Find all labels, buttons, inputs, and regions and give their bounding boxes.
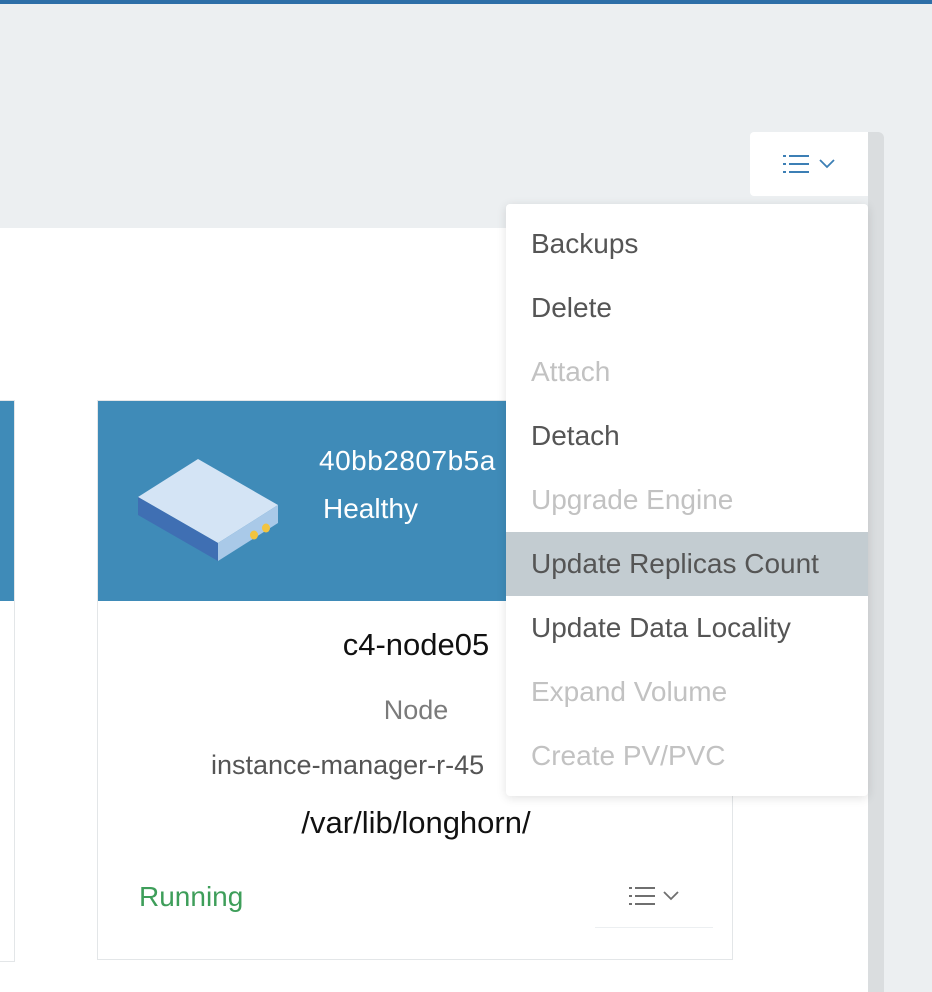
volume-actions-menu: Backups Delete Attach Detach Upgrade Eng… [506, 204, 868, 796]
instance-manager-name: instance-manager-r-45 [211, 750, 485, 780]
scrollbar[interactable] [868, 132, 884, 992]
menu-item-attach[interactable]: Attach [506, 340, 868, 404]
menu-item-backups[interactable]: Backups [506, 212, 868, 276]
chevron-down-icon [663, 891, 679, 901]
data-path: /var/lib/longhorn/ [301, 805, 531, 840]
replica-card-partial-header [0, 401, 14, 601]
disk-icon [136, 457, 280, 563]
replica-health-status: Healthy [323, 493, 418, 524]
menu-item-update-replicas-count[interactable]: Update Replicas Count [506, 532, 868, 596]
replica-actions-button[interactable] [595, 865, 713, 928]
replica-name: 40bb2807b5a [319, 445, 496, 476]
menu-item-upgrade-engine[interactable]: Upgrade Engine [506, 468, 868, 532]
volume-actions-button[interactable] [750, 132, 868, 196]
list-icon [629, 885, 655, 907]
chevron-down-icon [819, 159, 835, 169]
menu-item-create-pv-pvc[interactable]: Create PV/PVC [506, 724, 868, 788]
top-accent-bar [0, 0, 932, 4]
list-icon [783, 153, 809, 175]
menu-item-detach[interactable]: Detach [506, 404, 868, 468]
menu-item-expand-volume[interactable]: Expand Volume [506, 660, 868, 724]
running-status: Running [139, 881, 244, 912]
replica-card-partial [0, 400, 15, 962]
menu-item-delete[interactable]: Delete [506, 276, 868, 340]
menu-item-update-data-locality[interactable]: Update Data Locality [506, 596, 868, 660]
